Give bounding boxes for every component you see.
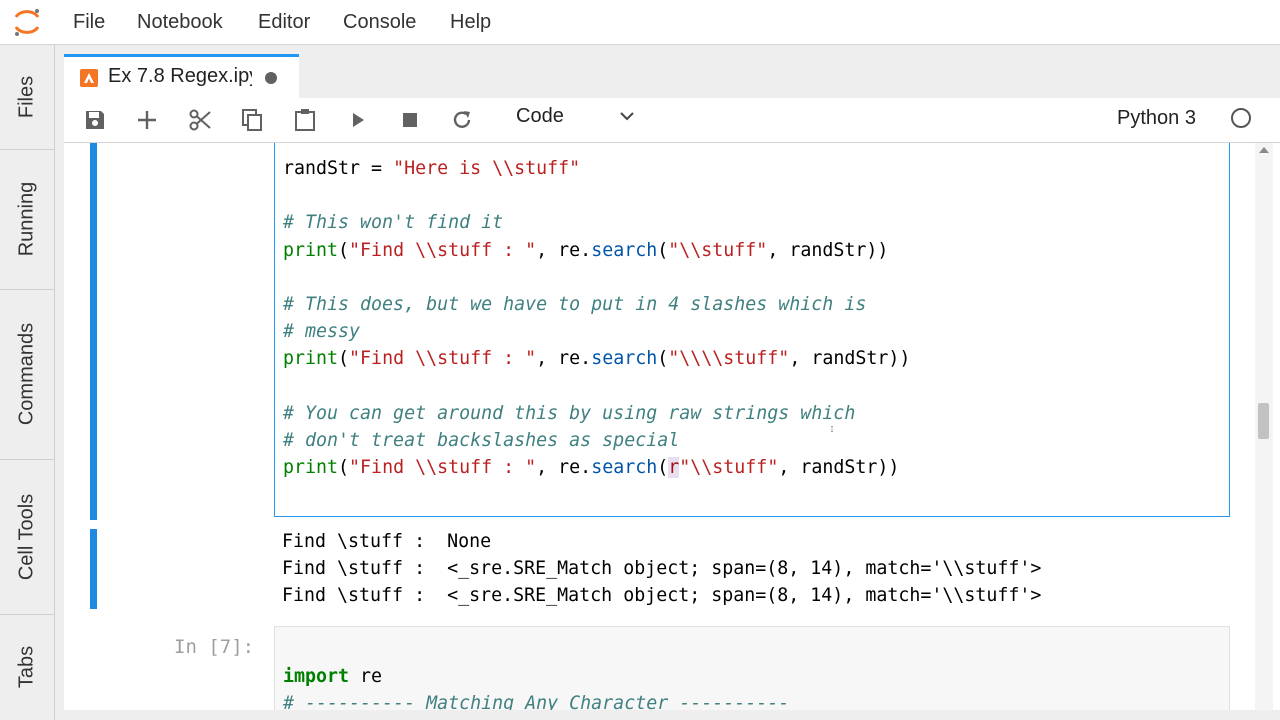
code-token: ( [657, 239, 669, 261]
kernel-idle-circle-icon [1231, 108, 1251, 128]
menu-console[interactable]: Console [343, 11, 416, 34]
code-token: # You can get around this by using raw s… [283, 402, 856, 424]
code-token: print [283, 239, 339, 261]
output-line: Find \stuff : <_sre.SRE_Match object; sp… [282, 585, 1042, 607]
code-token: "Find \\stuff : " [349, 239, 537, 261]
chevron-down-icon[interactable] [620, 111, 634, 121]
run-icon[interactable] [343, 106, 373, 134]
code-token: # This does, but we have to put in 4 sla… [283, 294, 867, 315]
output-line: Find \stuff : <_sre.SRE_Match object; sp… [282, 558, 1042, 580]
kernel-name[interactable]: Python 3 [1117, 107, 1196, 130]
code-line: import re [283, 663, 382, 690]
sidebar-tab-running[interactable]: Running [0, 149, 54, 290]
notebook-tab[interactable]: Ex 7.8 Regex.ipynb [64, 54, 299, 98]
code-token: search [591, 457, 658, 479]
code-token: r [668, 457, 680, 479]
code-line: print("Find \\stuff : ", re.search("\\st… [283, 237, 888, 264]
output-line: Find \stuff : None [282, 531, 492, 552]
code-line: # You can get around this by using raw s… [283, 400, 855, 427]
scrollbar-thumb[interactable] [1258, 403, 1269, 439]
code-token: search [591, 239, 658, 261]
code-line: randStr = "Here is \\stuff" [283, 155, 580, 182]
code-token: # ---------- Matching Any Character ----… [283, 693, 790, 710]
code-line: # This does, but we have to put in 4 sla… [283, 291, 866, 318]
code-token: search [591, 348, 658, 370]
code-token: "\\stuff" [668, 239, 768, 261]
menu-bar: File Notebook Editor Console Help [0, 0, 1280, 45]
code-token: , re. [536, 239, 592, 261]
scroll-up-arrow-icon[interactable] [1259, 147, 1269, 153]
sidebar-tab-cell-tools[interactable]: Cell Tools [0, 459, 54, 615]
restart-icon[interactable] [447, 106, 477, 134]
code-token: print [283, 457, 339, 479]
code-line: # This won't find it [283, 209, 503, 236]
sidebar-tab-tabs[interactable]: Tabs [0, 614, 54, 720]
menu-editor[interactable]: Editor [258, 11, 310, 34]
cut-icon[interactable] [185, 106, 215, 134]
notebook-toolbar: Code Python 3 [64, 98, 1280, 143]
output-collapser[interactable] [90, 529, 97, 609]
stop-icon[interactable] [395, 106, 425, 134]
sidebar-tab-label: Commands [15, 322, 38, 426]
code-token: "\\stuff" [679, 457, 779, 479]
sidebar-tab-label: Files [15, 75, 38, 119]
code-token: # messy [283, 321, 361, 343]
code-token: ( [657, 457, 669, 479]
code-token: , re. [536, 348, 592, 370]
code-token: randStr = [283, 158, 394, 179]
code-token: "Find \\stuff : " [349, 457, 537, 479]
notebook-tab-title: Ex 7.8 Regex.ipynb [108, 65, 252, 87]
input-collapser[interactable] [90, 143, 97, 520]
dirty-dot-icon[interactable] [265, 72, 277, 84]
code-token: re [349, 666, 383, 688]
code-token: print [283, 348, 339, 370]
notebook-icon [80, 69, 98, 87]
menu-file[interactable]: File [73, 11, 105, 34]
code-token: , randStr)) [778, 457, 900, 479]
notebook-content: randStr = "Here is \\stuff" # This won't … [64, 143, 1255, 710]
jupyter-logo-icon[interactable] [10, 5, 44, 39]
left-sidebar: Files Running Commands Cell Tools Tabs [0, 45, 55, 720]
notebook-scrollbar[interactable] [1255, 143, 1273, 710]
code-token: , randStr)) [767, 239, 889, 261]
menu-notebook[interactable]: Notebook [137, 11, 223, 34]
code-token: ( [657, 348, 669, 370]
copy-icon[interactable] [237, 106, 267, 134]
code-token: , randStr)) [789, 348, 911, 370]
code-line: # messy [283, 318, 360, 345]
sidebar-tab-label: Tabs [15, 645, 38, 689]
code-token: # This won't find it [283, 212, 504, 234]
code-token: "Here is \\stuff" [393, 158, 581, 179]
code-token: ( [338, 457, 350, 479]
sidebar-tab-commands[interactable]: Commands [0, 289, 54, 460]
code-token: "Find \\stuff : " [349, 348, 537, 370]
add-cell-icon[interactable] [132, 106, 162, 134]
sidebar-tab-files[interactable]: Files [0, 45, 54, 150]
sidebar-tab-label: Running [15, 181, 38, 257]
code-token: import [283, 666, 350, 688]
code-token: ( [338, 239, 350, 261]
cell-type-select[interactable]: Code [516, 105, 564, 128]
paste-icon[interactable] [290, 106, 320, 134]
code-line: # don't treat backslashes as special [283, 427, 679, 454]
text-cursor-icon [831, 426, 833, 432]
code-token: "\\\\stuff" [668, 348, 790, 370]
sidebar-tab-label: Cell Tools [15, 493, 38, 580]
code-line: # ---------- Matching Any Character ----… [283, 690, 789, 710]
code-line: print("Find \\stuff : ", re.search("\\\\… [283, 345, 910, 372]
code-line: print("Find \\stuff : ", re.search(r"\\s… [283, 454, 899, 481]
code-token: , re. [536, 457, 592, 479]
code-token: # don't treat backslashes as special [283, 430, 680, 451]
save-icon[interactable] [80, 106, 110, 134]
input-prompt: In [7]: [174, 636, 255, 658]
menu-help[interactable]: Help [450, 11, 491, 34]
code-token: ( [338, 348, 350, 370]
